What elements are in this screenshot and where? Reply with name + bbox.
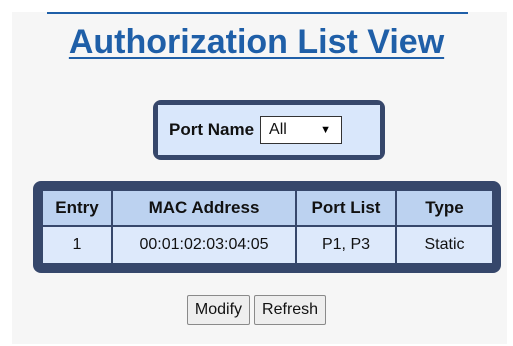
port-filter-box: Port Name All ▼ xyxy=(153,100,385,160)
dropdown-arrow-icon: ▼ xyxy=(320,124,332,136)
modify-button[interactable]: Modify xyxy=(186,295,251,325)
port-name-label: Port Name xyxy=(169,120,255,139)
authorization-table: Entry MAC Address Port List Type 1 00:01… xyxy=(41,189,494,265)
cell-port-list: P1, P3 xyxy=(297,227,395,263)
port-name-selected-value: All xyxy=(269,121,287,138)
header-entry: Entry xyxy=(43,191,111,225)
port-name-select[interactable]: All ▼ xyxy=(260,116,343,144)
table-row: 1 00:01:02:03:04:05 P1, P3 Static xyxy=(43,227,492,263)
header-type: Type xyxy=(397,191,492,225)
authorization-table-frame: Entry MAC Address Port List Type 1 00:01… xyxy=(33,181,501,273)
refresh-button[interactable]: Refresh xyxy=(254,295,327,325)
header-port-list: Port List xyxy=(297,191,395,225)
title-rule xyxy=(47,12,468,14)
table-header-row: Entry MAC Address Port List Type xyxy=(43,191,492,225)
port-filter-inner: Port Name All ▼ xyxy=(158,105,380,155)
page-title: Authorization List View xyxy=(68,23,445,61)
action-buttons: Modify Refresh xyxy=(0,295,513,325)
header-mac-address: MAC Address xyxy=(113,191,295,225)
cell-mac-address: 00:01:02:03:04:05 xyxy=(113,227,295,263)
cell-type: Static xyxy=(397,227,492,263)
cell-entry: 1 xyxy=(43,227,111,263)
